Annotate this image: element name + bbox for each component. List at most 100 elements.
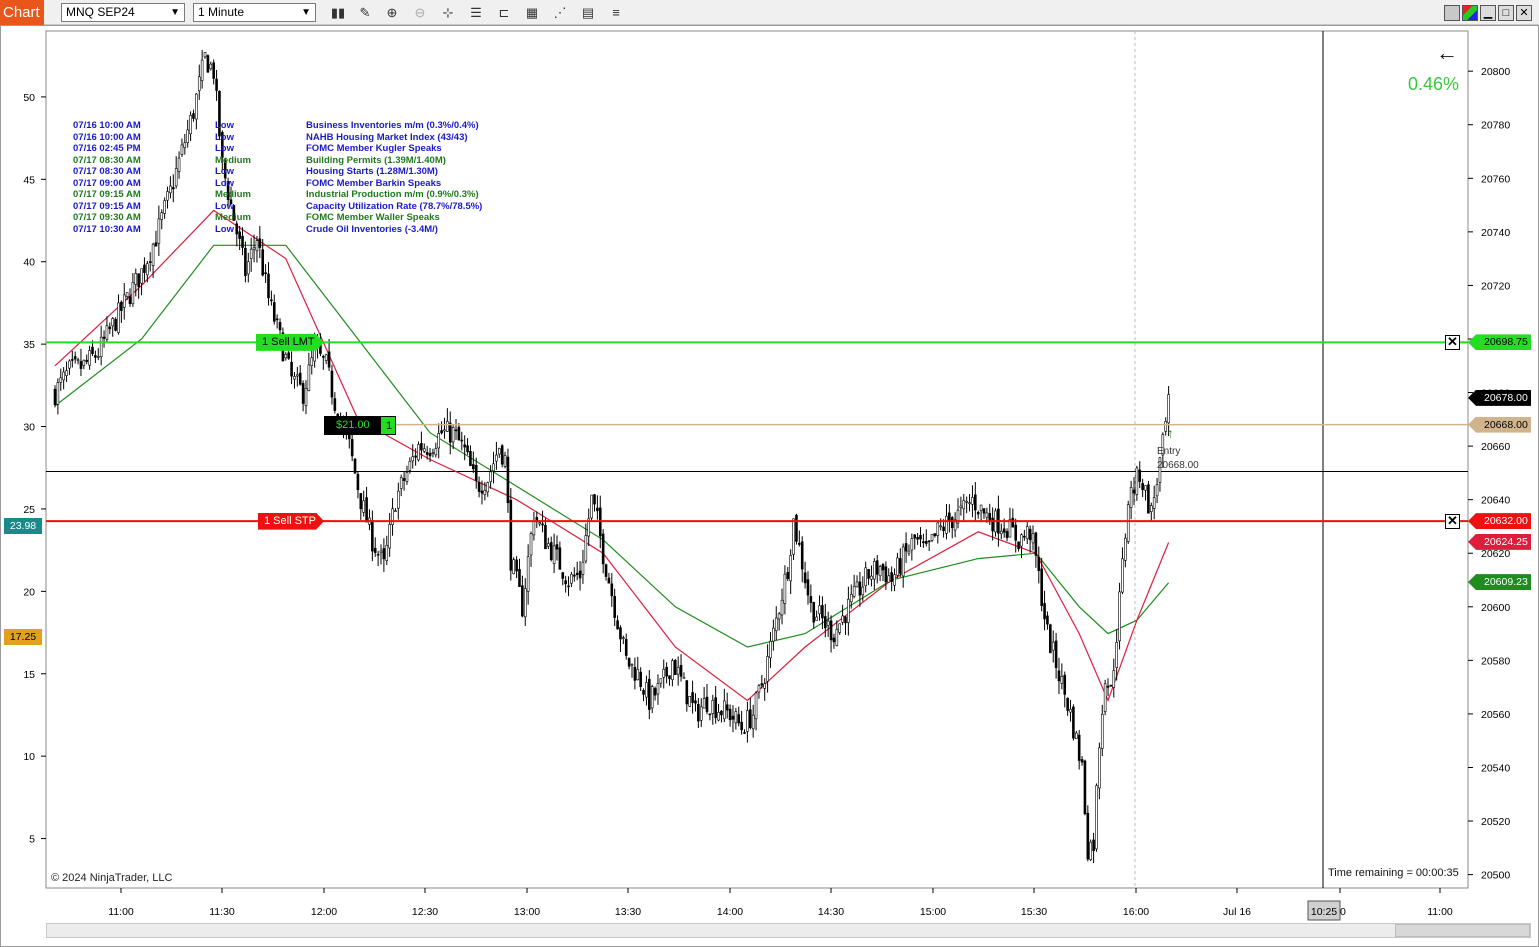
candle-body	[564, 580, 567, 585]
candle-body	[446, 421, 449, 432]
candle-body	[1017, 541, 1020, 549]
horizontal-scrollbar[interactable]	[46, 923, 1531, 938]
candle-body	[53, 388, 57, 405]
price-tick-label: 20580	[1481, 655, 1510, 667]
candle-body	[506, 456, 510, 504]
event-impact: Low	[215, 131, 234, 143]
change-percent: 0.46%	[1408, 74, 1460, 94]
candle-body	[849, 593, 853, 603]
sell-stp-order-label[interactable]: 1 Sell STP	[258, 512, 324, 530]
candle-body	[65, 370, 68, 376]
candle-body	[241, 235, 244, 248]
candle-body	[815, 616, 818, 621]
candle-body	[665, 666, 668, 677]
time-tick-label: 11:00	[1427, 906, 1453, 918]
plot-border	[45, 30, 1469, 889]
candle-body	[264, 272, 267, 274]
candle-body	[425, 452, 429, 455]
candle-body	[492, 463, 495, 472]
candle-body	[1112, 670, 1116, 688]
event-time: 07/16 10:00 AM	[73, 131, 141, 143]
candle-body	[322, 356, 325, 358]
candle-body	[971, 497, 974, 505]
candle-body	[497, 448, 501, 455]
candle-body	[408, 460, 412, 471]
candle-body	[636, 669, 640, 681]
candle-body	[258, 238, 262, 248]
candle-body	[803, 572, 807, 584]
position-pnl-label[interactable]: $21.00	[324, 415, 380, 435]
candle-body	[85, 359, 89, 362]
candle-body	[1031, 533, 1035, 544]
current-time-label: 10:25	[1311, 906, 1337, 918]
candle-body	[128, 296, 132, 304]
candle-body	[731, 715, 735, 720]
candle-body	[633, 666, 637, 681]
position-qty-label[interactable]: 1	[380, 415, 396, 435]
candle-body	[102, 336, 106, 339]
candle-body	[171, 187, 175, 190]
candle-body	[668, 675, 671, 680]
candle-body	[1008, 519, 1012, 538]
candle-body	[1150, 505, 1153, 512]
candle-body	[607, 577, 611, 584]
event-title: FOMC Member Waller Speaks	[306, 212, 440, 224]
entry-price-label: 20668.00	[1157, 460, 1199, 471]
time-tick-label: 13:30	[615, 906, 641, 918]
candle-body	[495, 454, 498, 462]
time-tick-label: 12:00	[311, 906, 337, 918]
time-tick-label: 12:30	[412, 906, 438, 918]
candle-body	[177, 157, 181, 172]
candle-body	[515, 559, 518, 572]
candle-body	[261, 249, 265, 276]
candle-body	[878, 566, 882, 577]
candle-body	[203, 52, 207, 58]
candle-body	[558, 547, 562, 570]
candle-body	[394, 510, 397, 512]
candle-body	[437, 433, 441, 449]
candle-body	[532, 520, 536, 536]
candle-body	[737, 714, 741, 724]
candle-body	[122, 294, 126, 308]
back-arrow-icon[interactable]: ←	[1436, 40, 1458, 66]
candle-body	[714, 697, 717, 719]
candle-body	[304, 388, 308, 407]
candle-body	[699, 706, 703, 721]
candle-body	[483, 489, 487, 496]
sell-lmt-order-label[interactable]: 1 Sell LMT	[256, 333, 324, 351]
candle-body	[1167, 394, 1170, 424]
scrollbar-thumb[interactable]	[1395, 924, 1530, 937]
left-tick-label: 45	[23, 174, 35, 186]
candle-body	[148, 261, 152, 263]
candle-body	[942, 526, 945, 532]
left-tick-label: 25	[23, 504, 35, 516]
candle-body	[950, 517, 954, 528]
candle-body	[474, 465, 478, 481]
event-time: 07/17 08:30 AM	[73, 154, 141, 166]
left-teal-tag: 23.98	[4, 517, 42, 534]
candle-body	[460, 439, 464, 442]
candle-body	[705, 696, 709, 712]
price-tick-label: 20760	[1481, 173, 1510, 185]
event-title: Crude Oil Inventories (-3.4M/)	[306, 223, 438, 235]
candle-body	[293, 376, 296, 380]
candle-body	[919, 535, 922, 540]
candle-body	[428, 453, 432, 457]
cancel-stp-order-button[interactable]: ✕	[1445, 513, 1460, 529]
candle-body	[1100, 713, 1104, 749]
candle-body	[96, 356, 100, 358]
candle-body	[1074, 732, 1078, 739]
cancel-lmt-order-button[interactable]: ✕	[1445, 334, 1460, 350]
time-tick-label: 15:30	[1021, 906, 1047, 918]
candle-body	[1046, 615, 1049, 625]
candle-body	[648, 678, 651, 710]
candle-body	[186, 129, 190, 144]
candle-body	[1083, 760, 1087, 815]
candle-body	[653, 688, 657, 696]
candle-body	[904, 543, 908, 552]
candle-body	[924, 540, 928, 544]
candle-body	[555, 544, 559, 550]
candle-body	[743, 732, 746, 734]
candle-body	[324, 354, 328, 361]
time-tick-label: 13:00	[514, 906, 540, 918]
